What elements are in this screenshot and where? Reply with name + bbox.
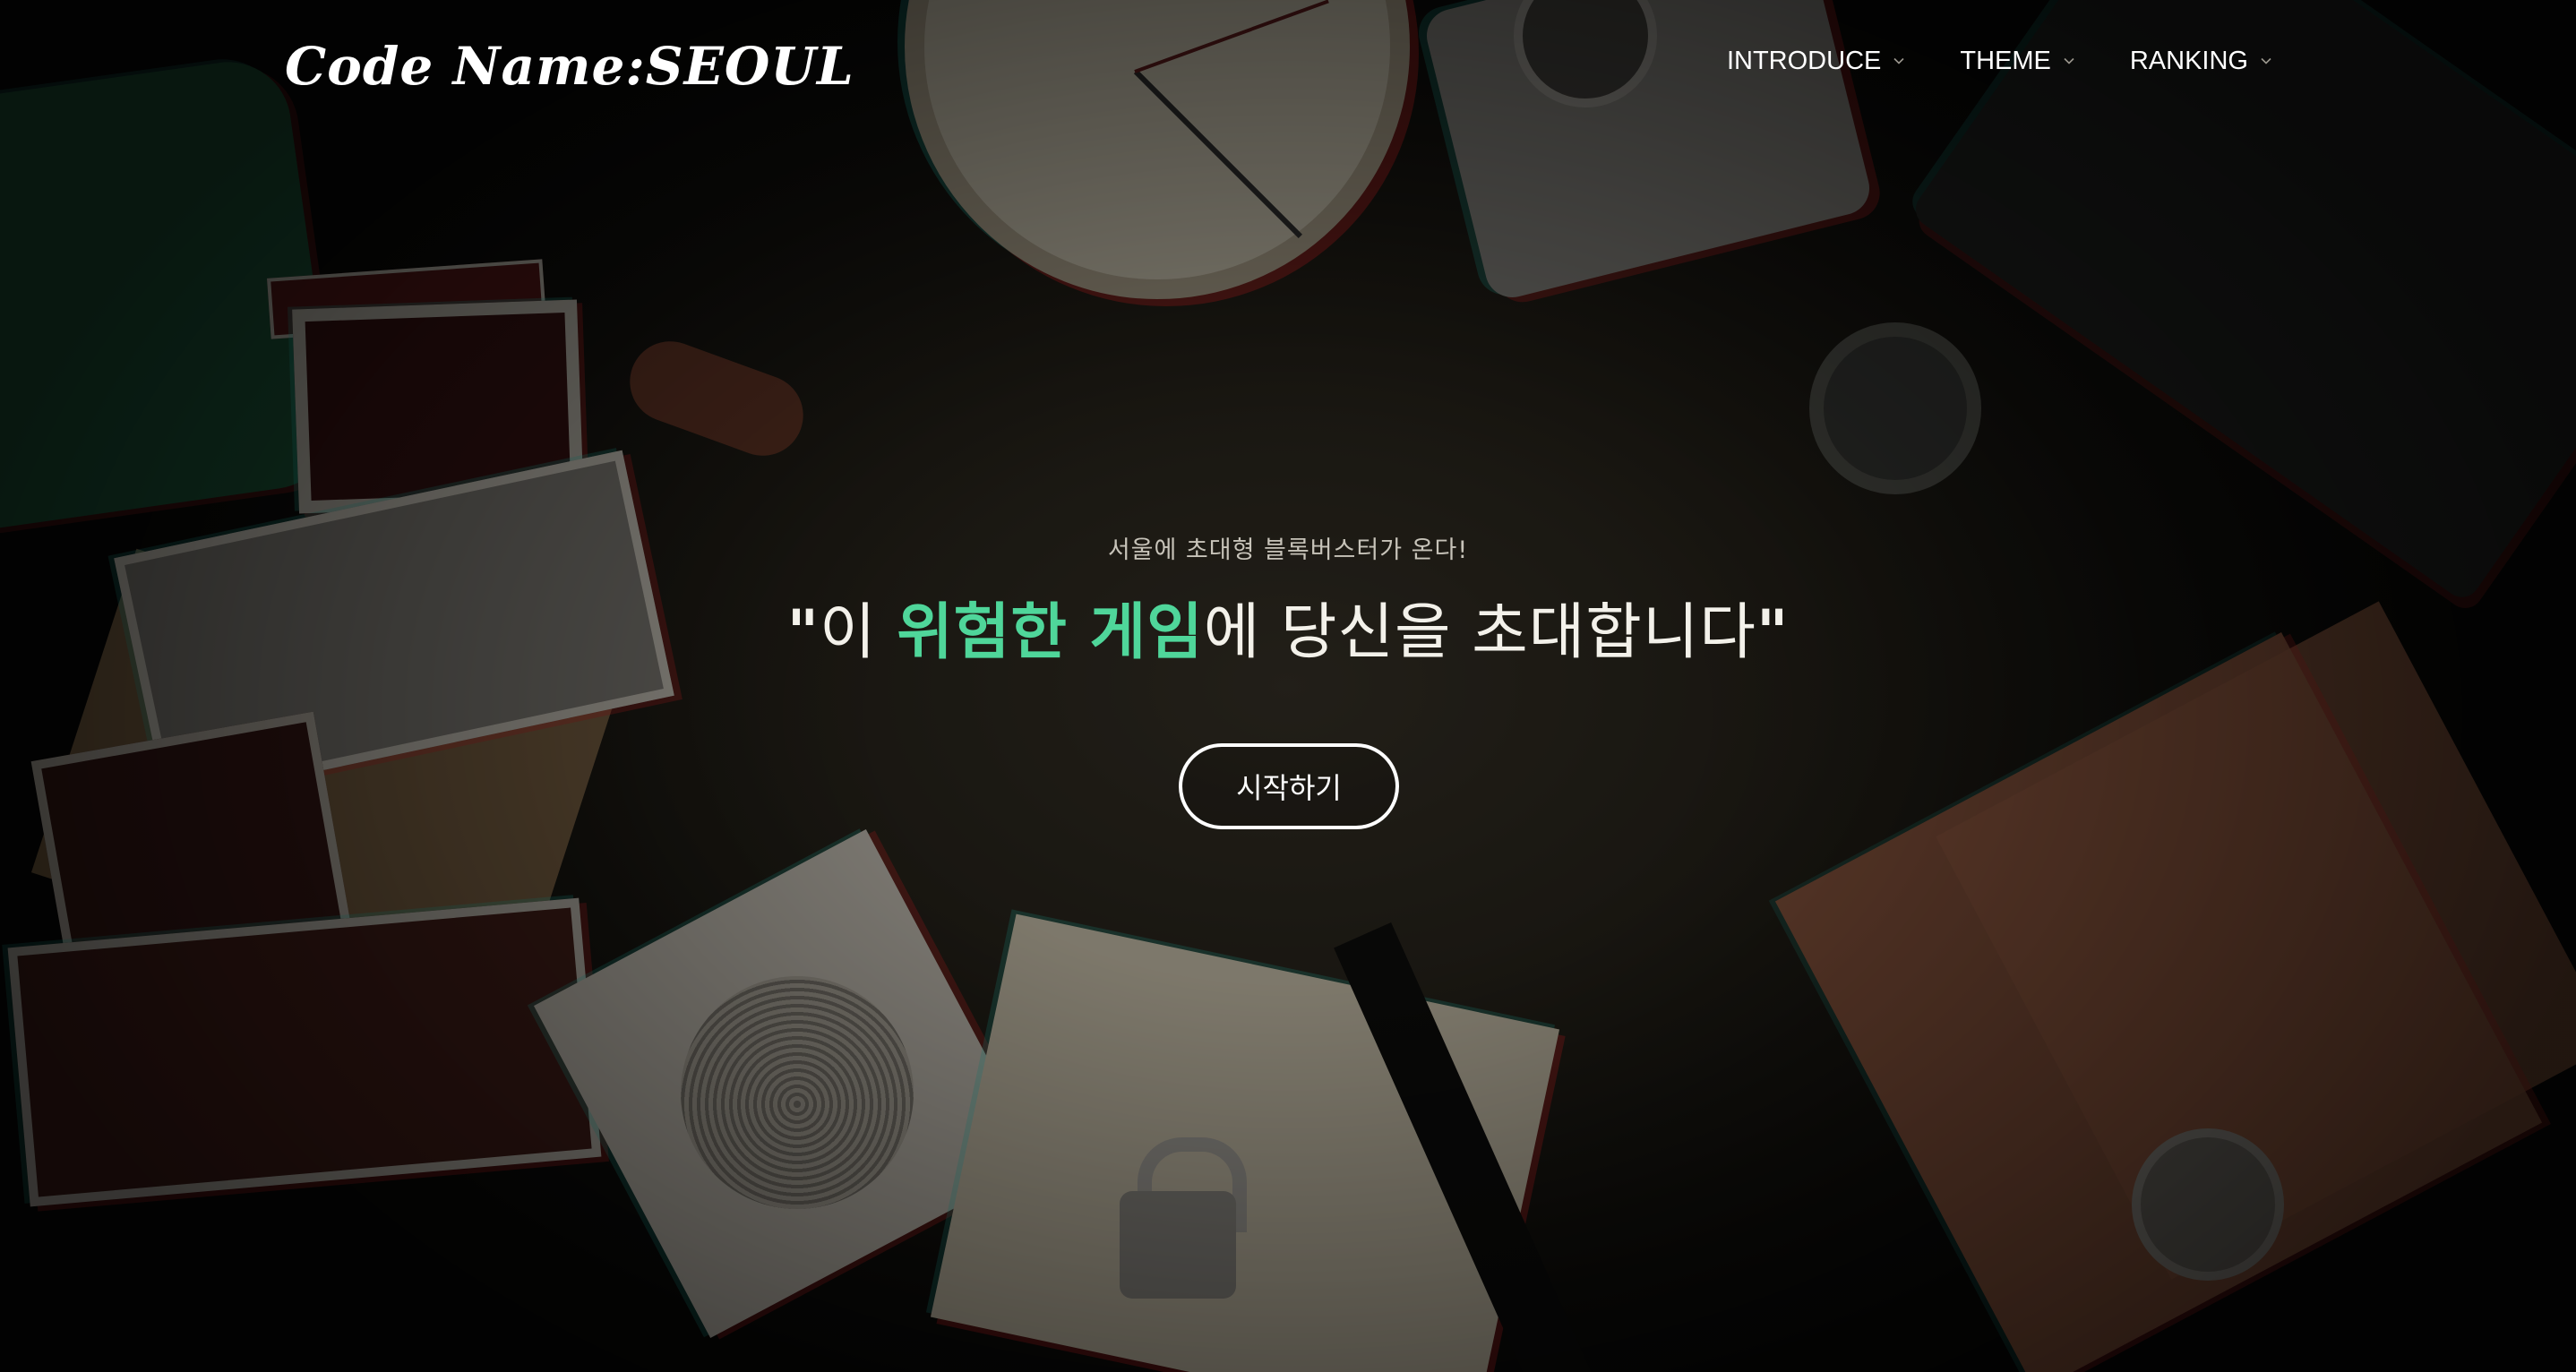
headline-close-quote: ": [1756, 597, 1790, 668]
nav-item-label: THEME: [1960, 46, 2051, 75]
headline-prefix: 이: [820, 597, 897, 668]
headline-accent: 위험한 게임: [897, 597, 1204, 668]
hero-subtitle: 서울에 초대형 블록버스터가 온다!: [1107, 536, 1469, 564]
site-logo[interactable]: Code Name:SEOUL: [285, 30, 854, 102]
nav-item-label: RANKING: [2129, 46, 2248, 75]
chevron-down-icon: [2064, 56, 2074, 66]
headline-open-quote: ": [786, 597, 820, 668]
headline-suffix: 에 당신을 초대합니다: [1203, 597, 1756, 668]
nav-item-label: INTRODUCE: [1726, 46, 1882, 75]
nav-item-theme[interactable]: THEME: [1960, 47, 2074, 76]
chevron-down-icon: [2261, 56, 2271, 66]
nav-item-introduce[interactable]: INTRODUCE: [1727, 47, 1904, 76]
chevron-down-icon: [1893, 56, 1904, 66]
dim-overlay: [0, 0, 2576, 1372]
main-nav: INTRODUCE THEME RANKING: [1727, 36, 2271, 86]
hero-headline: "이 위험한 게임에 당신을 초대합니다": [0, 582, 2576, 671]
hero-background-image: [0, 0, 2576, 1372]
nav-item-ranking[interactable]: RANKING: [2130, 47, 2271, 76]
start-button[interactable]: 시작하기: [1179, 743, 1399, 829]
